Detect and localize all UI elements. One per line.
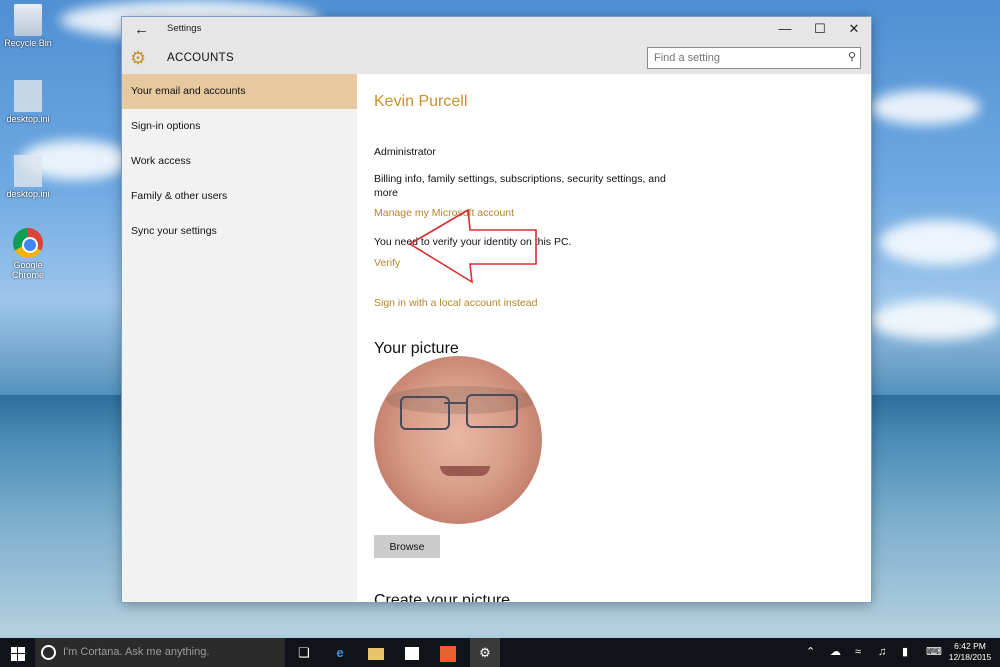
desktop-icon-label: desktop.ini [6,114,50,124]
cortana-placeholder: I'm Cortana. Ask me anything. [63,646,210,658]
account-name: Kevin Purcell [374,93,468,110]
account-role: Administrator [374,146,436,158]
gear-icon: ⚙ [130,48,147,68]
tray-app-icon[interactable]: ☁ [830,638,841,667]
battery-icon[interactable]: ▮ [902,638,908,667]
desktop-icon-file[interactable]: desktop.ini [0,80,58,124]
tray-chevron-icon[interactable]: ⌃ [806,638,815,667]
clock-date: 12/18/2015 [948,652,992,662]
desktop-icon-label: Recycle Bin [4,38,52,48]
minimize-button[interactable]: — [775,21,795,36]
main-content: Kevin Purcell Administrator Billing info… [357,74,871,602]
edge-icon[interactable]: e [326,638,354,667]
title-bar: ← Settings — ☐ ✕ ⚙ ACCOUNTS ⚲ [122,17,871,74]
close-button[interactable]: ✕ [844,21,864,37]
profile-picture [374,356,542,524]
taskbar-clock[interactable]: 6:42 PM 12/18/2015 [945,641,995,663]
sidebar-item-family-users[interactable]: Family & other users [122,179,357,214]
create-picture-heading: Create your picture [374,592,511,602]
billing-text: Billing info, family settings, subscript… [374,173,666,199]
desktop-icon-file[interactable]: desktop.ini [0,155,58,199]
recycle-bin-icon [14,4,42,36]
app-icon[interactable] [434,638,462,667]
settings-taskbar-icon[interactable]: ⚙ [470,638,500,667]
annotation-arrow [408,208,537,284]
desktop-icon-chrome[interactable]: Google Chrome [0,228,58,280]
local-account-link[interactable]: Sign in with a local account instead [374,297,537,309]
desktop-icon-label: Google Chrome [11,260,44,280]
wifi-icon[interactable]: ≈ [855,638,861,667]
sidebar-item-email-accounts[interactable]: Your email and accounts [122,74,357,109]
windows-icon [10,646,25,661]
file-icon [14,155,42,187]
desktop-icon-label: desktop.ini [6,189,50,199]
settings-window: ← Settings — ☐ ✕ ⚙ ACCOUNTS ⚲ Your email… [122,17,871,602]
sidebar: Your email and accounts Sign-in options … [122,74,357,602]
picture-heading: Your picture [374,340,459,357]
search-icon[interactable]: ⚲ [848,50,856,63]
maximize-button[interactable]: ☐ [810,21,830,37]
file-icon [14,80,42,112]
sidebar-item-work-access[interactable]: Work access [122,144,357,179]
chrome-icon [13,228,43,258]
task-view-icon[interactable]: ❏ [290,638,318,667]
search-input[interactable] [648,49,834,67]
cortana-search-box[interactable]: I'm Cortana. Ask me anything. [35,638,285,667]
verify-link[interactable]: Verify [374,257,400,269]
back-arrow-icon[interactable]: ← [134,21,149,38]
taskbar: I'm Cortana. Ask me anything. ❏ e ⚙ ⌃ ☁ … [0,638,1000,667]
window-title: Settings [167,23,202,34]
store-icon[interactable] [398,638,426,667]
sidebar-item-sign-in-options[interactable]: Sign-in options [122,109,357,144]
search-box[interactable]: ⚲ [647,47,861,69]
sidebar-item-sync-settings[interactable]: Sync your settings [122,214,357,249]
browse-button[interactable]: Browse [374,535,440,558]
start-button[interactable] [0,638,35,667]
file-explorer-icon[interactable] [362,638,390,667]
volume-icon[interactable]: ♫ [878,638,886,667]
section-title: ACCOUNTS [167,52,234,64]
keyboard-icon[interactable]: ⌨ [926,638,942,667]
cortana-icon [41,644,56,660]
clock-time: 6:42 PM [954,641,986,651]
desktop-icon-recycle-bin[interactable]: Recycle Bin [0,4,58,48]
